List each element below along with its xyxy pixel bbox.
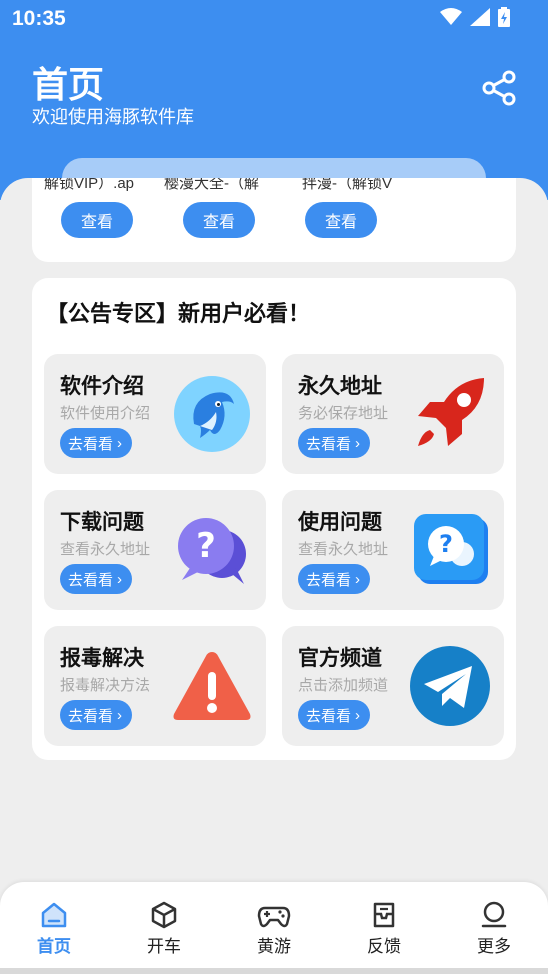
status-time: 10:35 <box>12 7 66 30</box>
chevron-right-icon: › <box>355 434 361 452</box>
gamepad-icon <box>257 906 291 928</box>
page-subtitle: 欢迎使用海豚软件库 <box>32 107 194 127</box>
tile-download-issue[interactable]: 下载问题 查看永久地址 去看看 › ? <box>44 490 266 610</box>
tile-title: 官方频道 <box>298 647 382 670</box>
tile-desc: 查看永久地址 <box>298 541 389 558</box>
warning-icon <box>173 652 251 720</box>
tile-desc: 软件使用介绍 <box>60 405 151 422</box>
svg-text:?: ? <box>439 530 453 558</box>
go-see-label: 去看看 <box>68 435 114 453</box>
go-see-button[interactable]: 去看看 › <box>60 564 133 594</box>
chevron-right-icon: › <box>117 706 123 724</box>
cube-icon <box>151 901 177 929</box>
view-button[interactable]: 查看 <box>305 202 377 238</box>
view-button[interactable]: 查看 <box>183 202 255 238</box>
chevron-right-icon: › <box>117 570 123 588</box>
wifi-icon <box>440 8 462 25</box>
nav-label: 更多 <box>477 937 511 956</box>
nav-item-games[interactable]: 黄游 <box>234 900 314 960</box>
battery-icon <box>498 7 510 27</box>
status-bar: 10:35 <box>0 0 548 38</box>
share-icon[interactable] <box>480 68 520 108</box>
go-see-label: 去看看 <box>306 435 352 453</box>
go-see-label: 去看看 <box>306 707 352 725</box>
tile-usage-issue[interactable]: 使用问题 查看永久地址 去看看 › ? <box>282 490 504 610</box>
nav-item-home[interactable]: 首页 <box>14 900 94 960</box>
nav-item-drive[interactable]: 开车 <box>124 900 204 960</box>
recommend-label: 樱漫大全-（解 <box>164 178 259 192</box>
user-icon <box>481 901 507 928</box>
svg-text:?: ? <box>196 526 216 566</box>
tile-title: 软件介绍 <box>60 375 144 398</box>
tile-title: 永久地址 <box>298 375 382 398</box>
signal-icon <box>470 8 490 26</box>
telegram-icon <box>410 646 490 726</box>
tile-title: 使用问题 <box>298 511 382 534</box>
nav-label: 黄游 <box>257 937 291 956</box>
nav-label: 首页 <box>37 937 71 956</box>
chevron-right-icon: › <box>117 434 123 452</box>
tile-desc: 点击添加频道 <box>298 677 389 694</box>
status-icons <box>440 7 510 27</box>
go-see-button[interactable]: 去看看 › <box>60 428 133 458</box>
go-see-label: 去看看 <box>306 571 352 589</box>
question-bubble-icon: ? <box>178 518 246 584</box>
feedback-icon <box>373 902 395 928</box>
tile-desc: 务必保存地址 <box>298 405 389 422</box>
tile-official-channel[interactable]: 官方频道 点击添加频道 去看看 › <box>282 626 504 746</box>
tile-software-intro[interactable]: 软件介绍 软件使用介绍 去看看 › <box>44 354 266 474</box>
home-icon <box>41 902 67 928</box>
recommend-label: 拌漫-（解锁V <box>302 178 393 192</box>
go-see-button[interactable]: 去看看 › <box>298 564 371 594</box>
tile-title: 下载问题 <box>60 511 144 534</box>
notice-title: 【公告专区】新用户必看！ <box>46 301 311 326</box>
question-chat-icon: ? <box>414 514 488 584</box>
chevron-right-icon: › <box>355 706 361 724</box>
tile-desc: 报毒解决方法 <box>60 677 151 694</box>
tile-desc: 查看永久地址 <box>60 541 151 558</box>
page-title: 首页 <box>32 64 105 105</box>
nav-item-feedback[interactable]: 反馈 <box>344 900 424 960</box>
nav-label: 反馈 <box>367 937 401 956</box>
tile-virus-fix[interactable]: 报毒解决 报毒解决方法 去看看 › <box>44 626 266 746</box>
go-see-button[interactable]: 去看看 › <box>298 428 371 458</box>
tile-title: 报毒解决 <box>60 647 144 670</box>
go-see-label: 去看看 <box>68 707 114 725</box>
go-see-button[interactable]: 去看看 › <box>60 700 133 730</box>
go-see-label: 去看看 <box>68 571 114 589</box>
rocket-icon <box>418 378 484 446</box>
nav-label: 开车 <box>147 937 181 956</box>
dolphin-icon <box>174 376 250 452</box>
view-button[interactable]: 查看 <box>61 202 133 238</box>
home-indicator <box>0 968 548 974</box>
nav-item-more[interactable]: 更多 <box>454 900 534 960</box>
chevron-right-icon: › <box>355 570 361 588</box>
go-see-button[interactable]: 去看看 › <box>298 700 371 730</box>
recommend-label: 解锁VIP）.ap <box>44 178 135 192</box>
tile-permanent-address[interactable]: 永久地址 务必保存地址 去看看 › <box>282 354 504 474</box>
